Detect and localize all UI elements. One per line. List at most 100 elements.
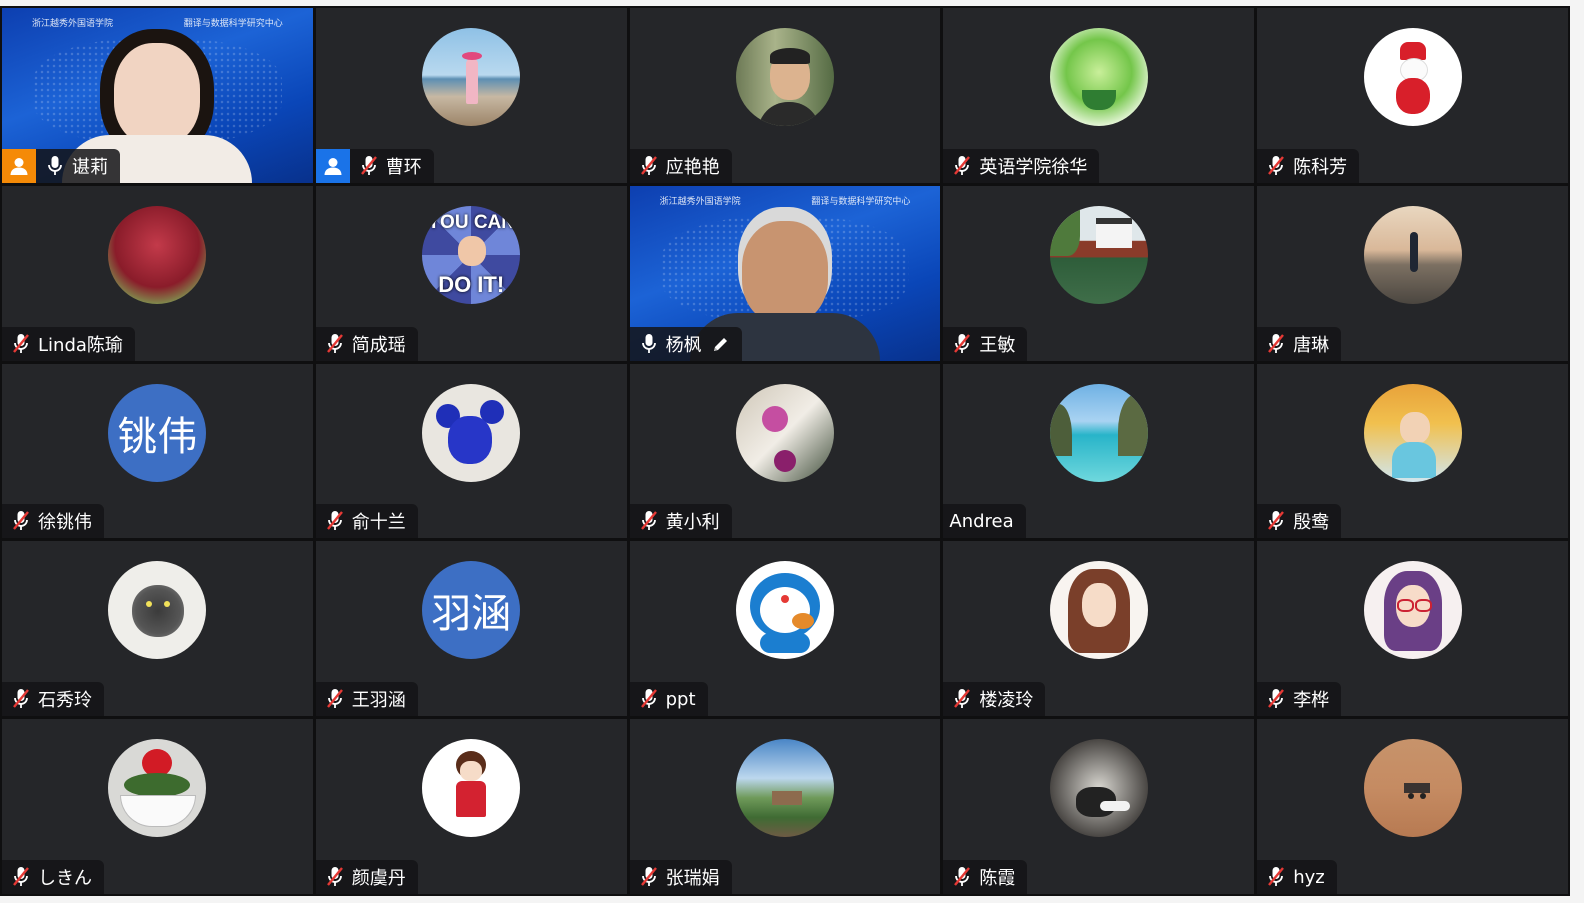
microphone-muted-icon <box>324 860 346 894</box>
banner-left-text: 浙江越秀外国语学院 <box>32 19 114 29</box>
participant-name: 陈霞 <box>979 868 1016 889</box>
participant-name-bar: 颜虞丹 <box>315 860 418 894</box>
participant-tile[interactable]: 曹环 <box>315 8 627 183</box>
banner-left-text: 浙江越秀外国语学院 <box>659 196 741 207</box>
participant-name: 应艳艳 <box>665 156 720 178</box>
participant-tile[interactable]: 浙江越秀外国语学院 翻译与数据科学研究中心 谌莉 <box>2 8 313 183</box>
participant-avatar <box>108 561 207 660</box>
gallery-grid: 浙江越秀外国语学院 翻译与数据科学研究中心 谌莉 曹环 应艳艳 英语学院徐华 陈科芳 Li… <box>0 6 1570 896</box>
participant-tile[interactable]: 李桦 <box>1257 541 1568 717</box>
participant-name-bar: ppt <box>629 682 708 717</box>
microphone-muted-icon <box>10 327 32 361</box>
participant-name: 黄小利 <box>665 512 720 534</box>
participant-tile[interactable]: 楼凌玲 <box>943 541 1255 717</box>
participant-avatar <box>422 28 521 126</box>
participant-name-bar: 王羽涵 <box>315 682 418 717</box>
microphone-muted-icon <box>951 682 973 716</box>
participant-name: 石秀玲 <box>38 690 92 712</box>
microphone-muted-icon <box>1265 860 1287 894</box>
meme-bottom-text: DO IT! <box>438 271 505 297</box>
participant-avatar <box>108 739 207 838</box>
participant-name: 殷鸯 <box>1293 512 1330 534</box>
microphone-muted-icon <box>638 682 660 716</box>
participant-tile[interactable]: 浙江越秀外国语学院 翻译与数据科学研究中心 杨枫 <box>629 185 941 361</box>
participant-tile[interactable]: Andrea <box>943 363 1255 539</box>
participant-tile[interactable]: hyz <box>1257 719 1568 894</box>
host-badge-icon <box>2 148 36 183</box>
participant-tile[interactable]: 铫伟 徐铫伟 <box>2 363 313 539</box>
participant-tile[interactable]: 羽涵 王羽涵 <box>315 541 627 717</box>
participant-tile[interactable]: 王敏 <box>943 185 1255 361</box>
participant-avatar <box>1049 561 1148 660</box>
microphone-muted-icon <box>324 327 346 361</box>
video-banner: 浙江越秀外国语学院 翻译与数据科学研究中心 <box>2 16 313 34</box>
participant-avatar <box>1363 739 1462 838</box>
participant-avatar <box>1363 28 1462 126</box>
participant-name: 谌莉 <box>72 156 108 178</box>
participant-tile[interactable]: 张瑞娟 <box>629 719 941 894</box>
participant-name: Andrea <box>949 510 1014 532</box>
banner-right-text: 翻译与数据科学研究中心 <box>183 19 283 29</box>
participant-tile[interactable]: 颜虞丹 <box>315 719 627 894</box>
participant-avatar <box>422 383 521 482</box>
participant-name: 俞十兰 <box>351 512 406 534</box>
microphone-muted-icon <box>1265 327 1287 361</box>
participant-name-bar: 杨枫 <box>629 326 742 361</box>
participant-tile[interactable]: 应艳艳 <box>629 8 941 183</box>
participant-name: 杨枫 <box>665 334 702 356</box>
participant-tile[interactable]: ppt <box>629 541 941 717</box>
microphone-muted-icon <box>1265 504 1287 538</box>
participant-name: 曹环 <box>385 156 422 178</box>
participant-avatar <box>735 383 834 482</box>
participant-name: 英语学院徐华 <box>979 156 1088 178</box>
participant-name-bar: 简成瑶 <box>315 326 418 361</box>
microphone-icon <box>44 149 66 183</box>
microphone-muted-icon <box>951 149 973 183</box>
microphone-muted-icon <box>324 682 346 716</box>
participant-tile[interactable]: 黄小利 <box>629 363 941 539</box>
participant-tile[interactable]: 陈霞 <box>943 719 1255 894</box>
participant-tile[interactable]: 陈科芳 <box>1257 8 1568 183</box>
participant-name-bar: しきん <box>2 860 104 894</box>
participant-tile[interactable]: 石秀玲 <box>2 541 313 717</box>
participant-avatar <box>735 28 834 126</box>
microphone-muted-icon <box>10 504 32 538</box>
participant-avatar: 铫伟 <box>108 383 207 482</box>
participant-name-bar: Andrea <box>943 504 1026 539</box>
participant-avatar <box>1363 561 1462 660</box>
participant-tile[interactable]: しきん <box>2 719 313 894</box>
participant-tile[interactable]: Linda陈瑜 <box>2 185 313 361</box>
participant-tile[interactable]: 俞十兰 <box>315 363 627 539</box>
participant-avatar <box>1049 739 1148 838</box>
participant-tile[interactable]: 唐琳 <box>1257 185 1568 361</box>
participant-name-bar: 陈科芳 <box>1257 148 1360 183</box>
participant-name-bar: 黄小利 <box>629 504 732 539</box>
participant-name: 陈科芳 <box>1293 156 1348 178</box>
participant-tile[interactable]: 英语学院徐华 <box>943 8 1255 183</box>
participant-name-bar: 殷鸯 <box>1257 504 1342 539</box>
participant-name-bar: 王敏 <box>943 326 1028 361</box>
host-badge-icon <box>315 148 350 183</box>
participant-avatar <box>1363 383 1462 482</box>
participant-avatar: YOU CAN DO IT! <box>422 205 521 304</box>
participant-name: 李桦 <box>1293 690 1330 712</box>
participant-name: 王敏 <box>979 334 1016 356</box>
microphone-muted-icon <box>324 504 346 538</box>
participant-name-bar: 楼凌玲 <box>943 682 1046 717</box>
participant-name-bar: hyz <box>1257 860 1337 894</box>
participant-tile[interactable]: YOU CAN DO IT! 简成瑶 <box>315 185 627 361</box>
participant-name-bar: 应艳艳 <box>629 148 732 183</box>
microphone-muted-icon <box>10 860 32 894</box>
microphone-muted-icon <box>1265 682 1287 716</box>
participant-name: 唐琳 <box>1293 334 1330 356</box>
participant-tile[interactable]: 殷鸯 <box>1257 363 1568 539</box>
participant-name-bar: 英语学院徐华 <box>943 148 1100 183</box>
participant-avatar <box>1049 28 1148 126</box>
microphone-muted-icon <box>1265 149 1287 183</box>
video-banner: 浙江越秀外国语学院 翻译与数据科学研究中心 <box>630 194 941 212</box>
participant-name-bar: 徐铫伟 <box>2 504 104 539</box>
participant-name: 楼凌玲 <box>979 690 1034 712</box>
participant-name-bar: 唐琳 <box>1257 326 1342 361</box>
participant-avatar <box>422 739 521 838</box>
participant-name: 颜虞丹 <box>351 868 406 889</box>
